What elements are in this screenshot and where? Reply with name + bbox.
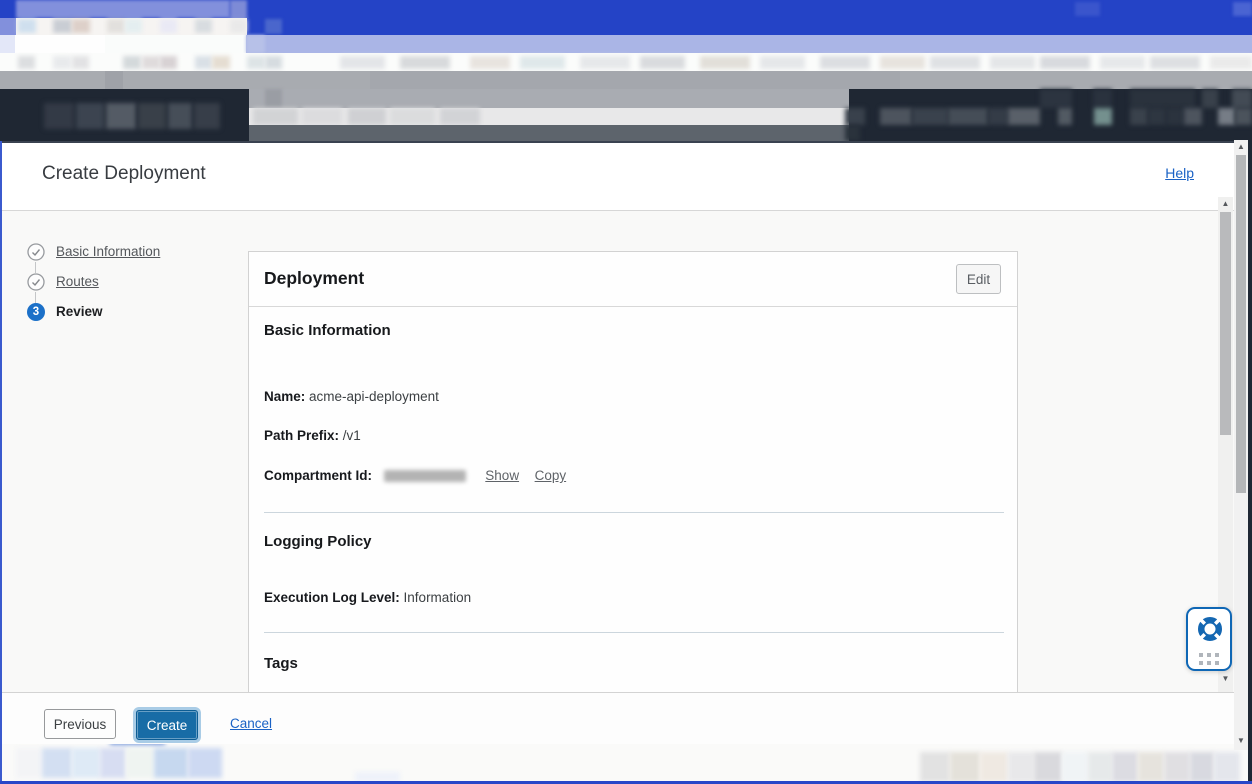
section-divider (264, 512, 1004, 513)
redacted-value (384, 470, 466, 482)
check-icon (27, 273, 45, 291)
step-connector (35, 292, 36, 303)
check-icon (27, 243, 45, 261)
window-right-edge (1248, 140, 1252, 781)
blurred-taskbar (0, 744, 1252, 781)
dialog-left-accent-edge (0, 141, 2, 781)
scroll-down-icon[interactable]: ▼ (1234, 736, 1248, 746)
field-name: Name: acme-api-deployment (264, 389, 439, 404)
scrollbar-thumb[interactable] (1220, 212, 1231, 435)
scroll-down-icon[interactable]: ▼ (1218, 674, 1233, 684)
scroll-up-icon[interactable]: ▲ (1218, 199, 1233, 209)
sidebar-item-routes[interactable]: Routes (56, 274, 99, 289)
page-scrollbar[interactable]: ▲ ▼ (1234, 140, 1248, 750)
sidebar-item-review: Review (56, 304, 103, 319)
previous-button[interactable]: Previous (44, 709, 116, 739)
help-link[interactable]: Help (1165, 165, 1194, 181)
review-panel: Deployment Edit Basic Information Name: … (248, 251, 1018, 693)
step-connector (35, 262, 36, 273)
dialog-footer: Previous Create Cancel (0, 692, 1234, 744)
lifebuoy-icon (1195, 614, 1225, 644)
current-step-badge: 3 (27, 303, 45, 321)
field-compartment-id: Compartment Id: Show Copy (264, 468, 566, 483)
page-title: Create Deployment (42, 163, 206, 185)
section-heading: Basic Information (264, 322, 391, 339)
section-divider (264, 632, 1004, 633)
support-widget-button[interactable] (1186, 607, 1232, 671)
section-heading: Tags (264, 655, 298, 672)
dialog-header: Create Deployment Help (0, 141, 1234, 210)
panel-title: Deployment (264, 268, 364, 289)
dialog-body: Basic Information Routes 3 Review Deploy… (0, 210, 1234, 692)
field-execution-log-level: Execution Log Level: Information (264, 590, 471, 605)
blurred-browser-chrome (0, 0, 1252, 141)
show-link[interactable]: Show (485, 468, 519, 483)
cancel-link[interactable]: Cancel (230, 716, 272, 731)
field-path-prefix: Path Prefix: /v1 (264, 428, 361, 443)
section-heading: Logging Policy (264, 533, 372, 550)
scrollbar-thumb[interactable] (1236, 155, 1246, 493)
panel-header: Deployment Edit (249, 252, 1017, 307)
create-button[interactable]: Create (136, 710, 198, 740)
copy-link[interactable]: Copy (535, 468, 567, 483)
drag-dots-icon (1199, 653, 1219, 665)
scroll-up-icon[interactable]: ▲ (1234, 142, 1248, 152)
sidebar-item-basic-information[interactable]: Basic Information (56, 244, 160, 259)
edit-button[interactable]: Edit (956, 264, 1001, 294)
